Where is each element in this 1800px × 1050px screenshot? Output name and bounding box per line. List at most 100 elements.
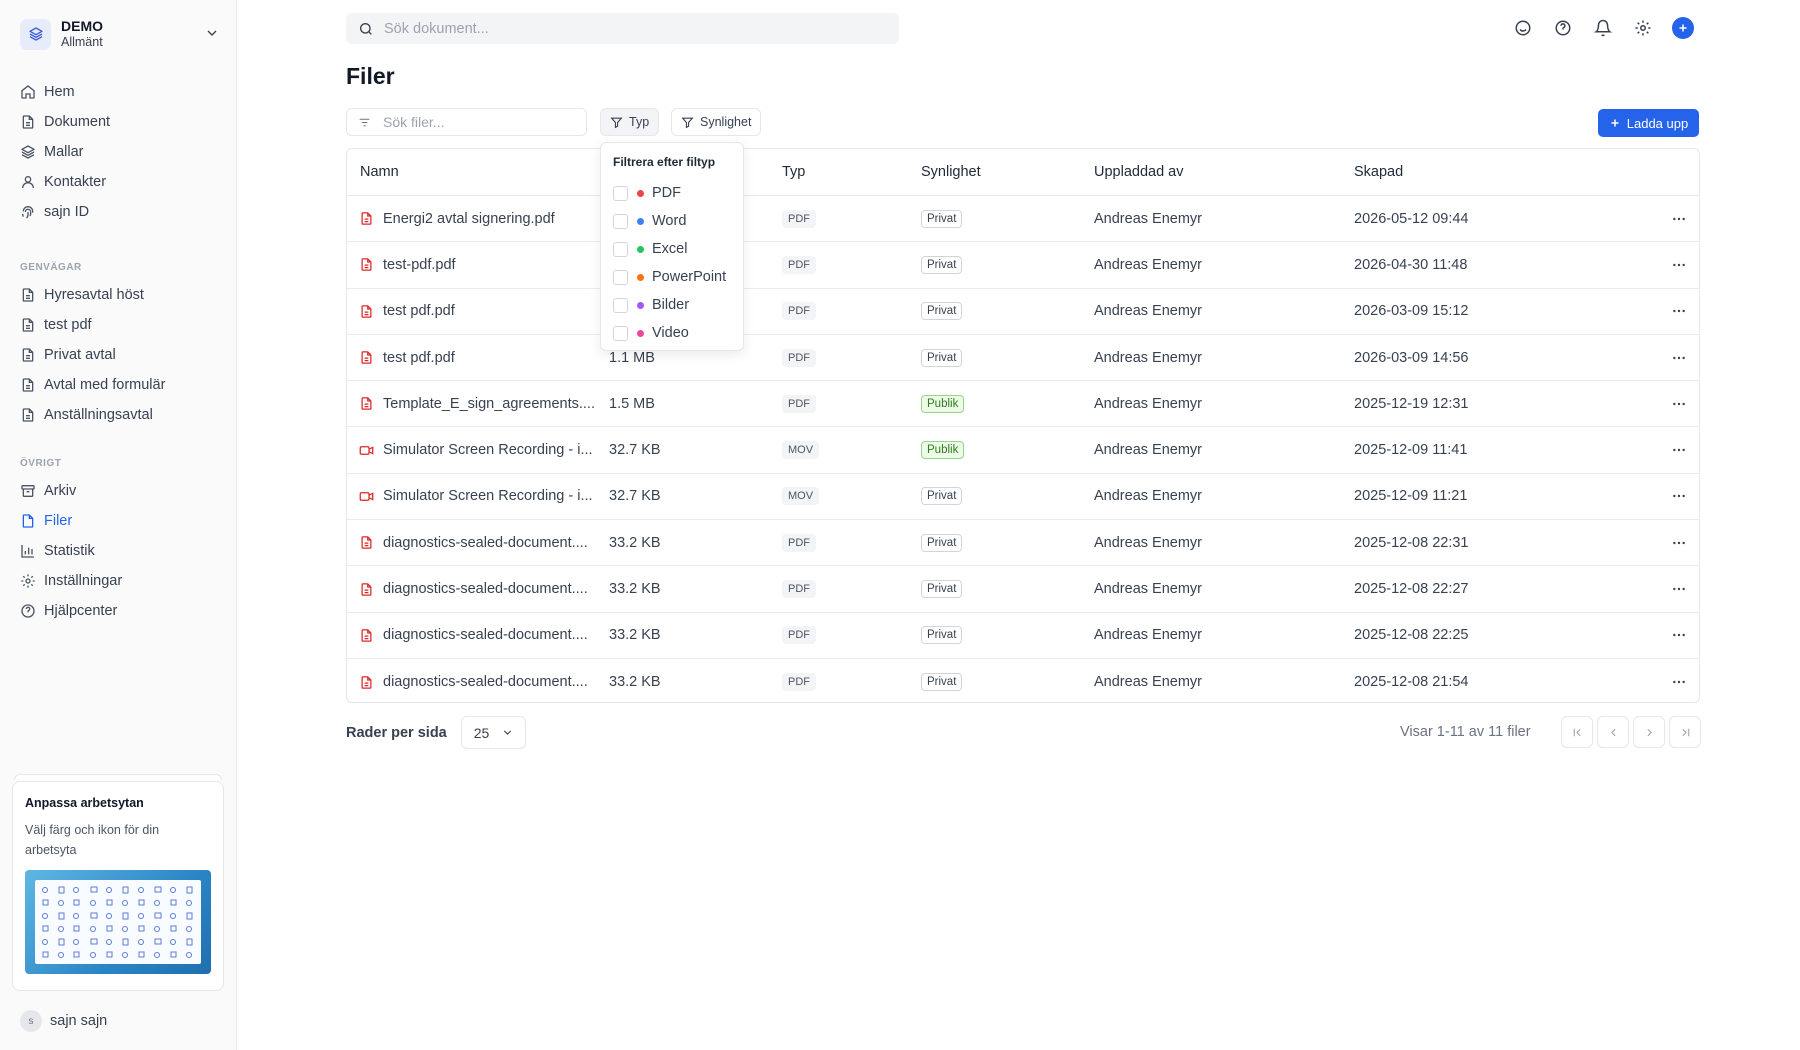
table-row[interactable]: test pdf.pdf PDF Privat Andreas Enemyr 2026-… bbox=[347, 289, 1699, 335]
table-row[interactable]: Template_E_sign_agreements.... 1.5 MB PDF P… bbox=[347, 381, 1699, 428]
smiley-icon[interactable] bbox=[1512, 17, 1534, 39]
last-page-button[interactable] bbox=[1669, 716, 1701, 748]
file-search-input[interactable] bbox=[383, 114, 573, 130]
upload-button[interactable]: Ladda upp bbox=[1598, 109, 1699, 137]
shortcut-label: Privat avtal bbox=[44, 347, 116, 363]
filter-option-label: Excel bbox=[652, 241, 688, 257]
table-row[interactable]: diagnostics-sealed-document.... 33.2 KB PD… bbox=[347, 613, 1699, 659]
checkbox[interactable] bbox=[613, 213, 628, 229]
checkbox[interactable] bbox=[613, 185, 628, 201]
more-actions-icon[interactable] bbox=[1659, 442, 1699, 458]
file-name-cell[interactable]: test pdf.pdf bbox=[347, 350, 609, 366]
more-actions-icon[interactable] bbox=[1659, 674, 1699, 690]
upload-label: Ladda upp bbox=[1626, 115, 1689, 131]
search-input[interactable] bbox=[384, 20, 864, 37]
file-name-cell[interactable]: Simulator Screen Recording - i... bbox=[347, 488, 609, 504]
create-new-plus-icon[interactable] bbox=[1672, 17, 1694, 39]
filter-option[interactable]: PDF bbox=[613, 179, 731, 207]
more-actions-icon[interactable] bbox=[1659, 303, 1699, 319]
more-actions-icon[interactable] bbox=[1659, 396, 1699, 412]
sidebar-item-help[interactable]: Hjälpcenter bbox=[20, 596, 220, 626]
sidebar-item-settings[interactable]: Inställningar bbox=[20, 566, 220, 596]
checkbox[interactable] bbox=[613, 325, 628, 341]
shortcut-item[interactable]: Hyresavtal höst bbox=[20, 280, 220, 310]
file-search[interactable] bbox=[346, 108, 587, 136]
table-row[interactable]: diagnostics-sealed-document.... 33.2 KB PD… bbox=[347, 659, 1699, 702]
sidebar-item-sajn-id[interactable]: sajn ID bbox=[20, 197, 220, 227]
more-actions-icon[interactable] bbox=[1659, 488, 1699, 504]
more-actions-icon[interactable] bbox=[1659, 535, 1699, 551]
file-name-cell[interactable]: Simulator Screen Recording - i... bbox=[347, 442, 609, 458]
filter-option[interactable]: Word bbox=[613, 207, 731, 235]
shortcut-item[interactable]: Privat avtal bbox=[20, 340, 220, 370]
filter-option[interactable]: PowerPoint bbox=[613, 263, 731, 291]
filter-option[interactable]: Video bbox=[613, 319, 731, 347]
table-row[interactable]: Simulator Screen Recording - i... 32.7 KB… bbox=[347, 427, 1699, 474]
first-page-button[interactable] bbox=[1561, 716, 1593, 748]
col-visibility-header[interactable]: Synlighet bbox=[921, 164, 1094, 180]
sidebar-item-files[interactable]: Filer bbox=[20, 506, 220, 536]
chevron-down-icon[interactable] bbox=[204, 25, 220, 45]
more-actions-icon[interactable] bbox=[1659, 627, 1699, 643]
filter-option[interactable]: Bilder bbox=[613, 291, 731, 319]
file-icon bbox=[22, 514, 34, 528]
file-name-cell[interactable]: Energi2 avtal signering.pdf bbox=[347, 211, 609, 227]
file-size: 32.7 KB bbox=[609, 488, 661, 505]
table-row[interactable]: test-pdf.pdf PDF Privat Andreas Enemyr 2026-… bbox=[347, 242, 1699, 289]
rows-per-page-select[interactable]: 25 bbox=[460, 716, 526, 749]
table-row[interactable]: Energi2 avtal signering.pdf PDF Privat Andr… bbox=[347, 196, 1699, 243]
file-name-cell[interactable]: diagnostics-sealed-document.... bbox=[347, 674, 609, 690]
global-search[interactable] bbox=[346, 13, 899, 44]
table-row[interactable]: test pdf.pdf 1.1 MB PDF Privat Andreas Enemy… bbox=[347, 335, 1699, 382]
gear-icon[interactable] bbox=[1632, 17, 1654, 39]
created-date: 2025-12-08 22:25 bbox=[1354, 627, 1469, 644]
checkbox[interactable] bbox=[613, 269, 628, 285]
file-name-cell[interactable]: test pdf.pdf bbox=[347, 303, 609, 319]
user-menu[interactable]: s sajn sajn bbox=[20, 1010, 107, 1032]
bell-icon[interactable] bbox=[1592, 17, 1614, 39]
help-icon bbox=[21, 604, 35, 618]
plus-icon bbox=[1611, 119, 1619, 127]
file-name: test-pdf.pdf bbox=[383, 256, 456, 273]
col-uploaded-by-header[interactable]: Uppladdad av bbox=[1094, 164, 1354, 180]
filter-option[interactable]: Excel bbox=[613, 235, 731, 263]
col-name-header[interactable]: Namn bbox=[347, 164, 609, 180]
more-actions-icon[interactable] bbox=[1659, 581, 1699, 597]
file-name-cell[interactable]: diagnostics-sealed-document.... bbox=[347, 627, 609, 643]
files-table: Namn Typ Synlighet Uppladdad av Skapad E… bbox=[346, 148, 1700, 703]
help-icon[interactable] bbox=[1552, 17, 1574, 39]
customize-workspace-card[interactable]: Anpassa arbetsytan Välj färg och ikon fö… bbox=[12, 781, 224, 991]
sidebar-item-statistics[interactable]: Statistik bbox=[20, 536, 220, 566]
more-actions-icon[interactable] bbox=[1659, 211, 1699, 227]
table-row[interactable]: Simulator Screen Recording - i... 32.7 KB… bbox=[347, 474, 1699, 521]
pdf-file-icon bbox=[361, 304, 372, 318]
table-row[interactable]: diagnostics-sealed-document.... 33.2 KB PD… bbox=[347, 520, 1699, 567]
prev-page-button[interactable] bbox=[1597, 716, 1629, 748]
sidebar-item-documents[interactable]: Dokument bbox=[20, 107, 220, 137]
file-name-cell[interactable]: diagnostics-sealed-document.... bbox=[347, 535, 609, 551]
workspace-switcher[interactable]: DEMO Allmänt bbox=[20, 16, 220, 52]
next-page-button[interactable] bbox=[1633, 716, 1665, 748]
shortcut-item[interactable]: Anställningsavtal bbox=[20, 400, 220, 430]
col-created-header[interactable]: Skapad bbox=[1354, 164, 1659, 180]
visibility-filter-label: Synlighet bbox=[700, 115, 752, 129]
other-nav: Arkiv Filer Statistik Inställningar Hjäl… bbox=[20, 476, 220, 626]
type-filter-button[interactable]: Typ bbox=[600, 108, 660, 136]
sidebar-item-contacts[interactable]: Kontakter bbox=[20, 167, 220, 197]
visibility-filter-button[interactable]: Synlighet bbox=[671, 108, 762, 136]
shortcut-item[interactable]: test pdf bbox=[20, 310, 220, 340]
sidebar-item-home[interactable]: Hem bbox=[20, 77, 220, 107]
more-actions-icon[interactable] bbox=[1659, 257, 1699, 273]
file-name-cell[interactable]: test-pdf.pdf bbox=[347, 257, 609, 273]
table-row[interactable]: diagnostics-sealed-document.... 33.2 KB PD… bbox=[347, 566, 1699, 613]
checkbox[interactable] bbox=[613, 297, 628, 313]
more-actions-icon[interactable] bbox=[1659, 350, 1699, 366]
sidebar-item-templates[interactable]: Mallar bbox=[20, 137, 220, 167]
shortcut-item[interactable]: Avtal med formulär bbox=[20, 370, 220, 400]
file-name-cell[interactable]: Template_E_sign_agreements.... bbox=[347, 396, 609, 412]
checkbox[interactable] bbox=[613, 241, 628, 257]
file-name-cell[interactable]: diagnostics-sealed-document.... bbox=[347, 581, 609, 597]
col-type-header[interactable]: Typ bbox=[782, 164, 921, 180]
sidebar-item-archive[interactable]: Arkiv bbox=[20, 476, 220, 506]
sidebar-item-label: Arkiv bbox=[44, 483, 77, 499]
